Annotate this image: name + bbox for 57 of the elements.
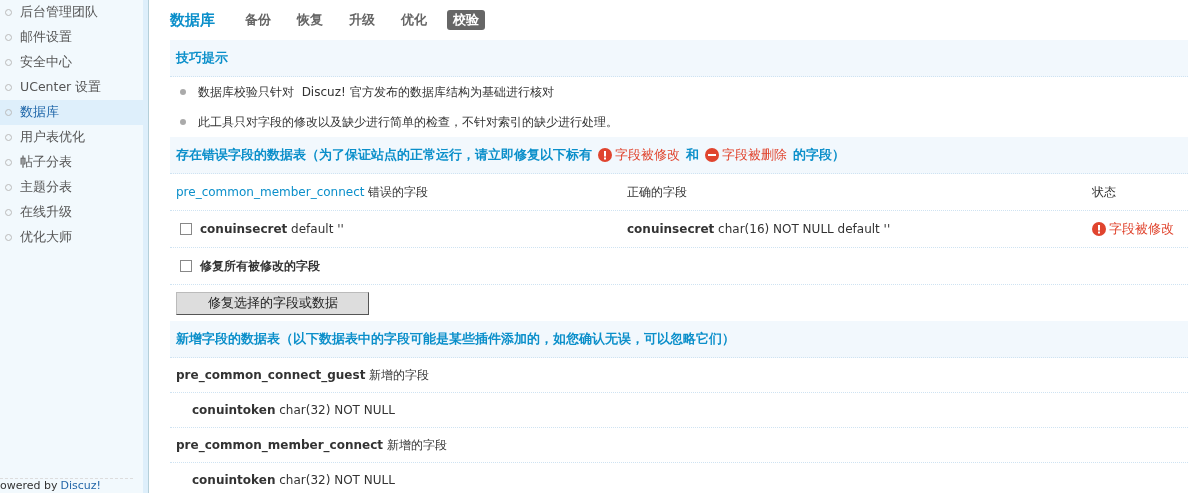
section-heading: 存在错误字段的数据表（为了保证站点的正常运行，请立即修复以下标有 [176, 146, 592, 164]
bullet-icon [5, 159, 12, 166]
field-text: conuintoken char(32) NOT NULL [192, 403, 395, 417]
footer-link[interactable]: Discuz! [60, 479, 101, 492]
tip-text: 此工具只对字段的修改以及缺少进行简单的检查，不针对索引的缺少进行处理。 [198, 113, 618, 131]
section-heading: 的字段） [793, 146, 845, 164]
repair-button[interactable]: 修复选择的字段或数据 [176, 291, 369, 315]
bullet-icon [180, 89, 186, 95]
table-cell: conuinsecret default '' [200, 222, 344, 236]
warning-icon [1092, 222, 1106, 236]
tip-text: 数据库校验只针对 Discuz! 官方发布的数据库结构为基础进行核对 [198, 83, 554, 101]
bullet-icon [5, 209, 12, 216]
warning-icon [598, 148, 612, 162]
status-label: 字段被删除 [722, 146, 787, 164]
status-label: 字段被修改 [615, 146, 680, 164]
bullet-icon [180, 119, 186, 125]
tab[interactable]: 校验 [447, 10, 485, 30]
tab[interactable]: 优化 [395, 10, 433, 30]
checkbox-label: 修复所有被修改的字段 [200, 257, 320, 275]
section-heading: 技巧提示 [176, 49, 228, 67]
bullet-icon [5, 84, 12, 91]
sidebar-item[interactable]: 主题分表 [0, 175, 143, 200]
bullet-icon [5, 34, 12, 41]
column-header: 正确的字段 [627, 183, 688, 201]
column-header: 错误的字段 [368, 184, 429, 199]
bullet-icon [5, 184, 12, 191]
bullet-icon [5, 234, 12, 241]
bullet-icon [5, 109, 12, 116]
footer-text: owered by [0, 479, 58, 492]
table-name: pre_common_member_connect 新增的字段 [176, 436, 447, 454]
tab[interactable]: 备份 [239, 10, 277, 30]
bullet-icon [5, 134, 12, 141]
status-label: 字段被修改 [1109, 220, 1174, 238]
table-cell-text: conuinsecret char(16) NOT NULL default '' [627, 222, 892, 236]
section-heading: 和 [686, 146, 699, 164]
bullet-icon [5, 9, 12, 16]
tab[interactable]: 升级 [343, 10, 381, 30]
page-title: 数据库 [170, 10, 215, 30]
minus-circle-icon [705, 148, 719, 162]
bullet-icon [5, 59, 12, 66]
sidebar-item[interactable]: 邮件设置 [0, 25, 143, 50]
tab[interactable]: 恢复 [291, 10, 329, 30]
table-name: pre_common_connect_guest 新增的字段 [176, 366, 430, 384]
sidebar-item[interactable]: UCenter 设置 [0, 75, 143, 100]
sidebar-item[interactable]: 数据库 [0, 100, 143, 125]
field-text: conuintoken char(32) NOT NULL [192, 473, 395, 487]
sidebar-item[interactable]: 优化大师 [0, 225, 143, 250]
sidebar-item[interactable]: 帖子分表 [0, 150, 143, 175]
table-name-link[interactable]: pre_common_member_connect [176, 184, 365, 199]
section-heading: 新增字段的数据表（以下数据表中的字段可能是某些插件添加的，如您确认无误，可以忽略它们） [176, 330, 735, 348]
checkbox[interactable] [180, 223, 192, 235]
sidebar-item[interactable]: 安全中心 [0, 50, 143, 75]
sidebar-item[interactable]: 用户表优化 [0, 125, 143, 150]
sidebar-item[interactable]: 在线升级 [0, 200, 143, 225]
column-header: 状态 [1092, 183, 1117, 201]
sidebar-item[interactable]: 后台管理团队 [0, 0, 143, 25]
checkbox[interactable] [180, 260, 192, 272]
